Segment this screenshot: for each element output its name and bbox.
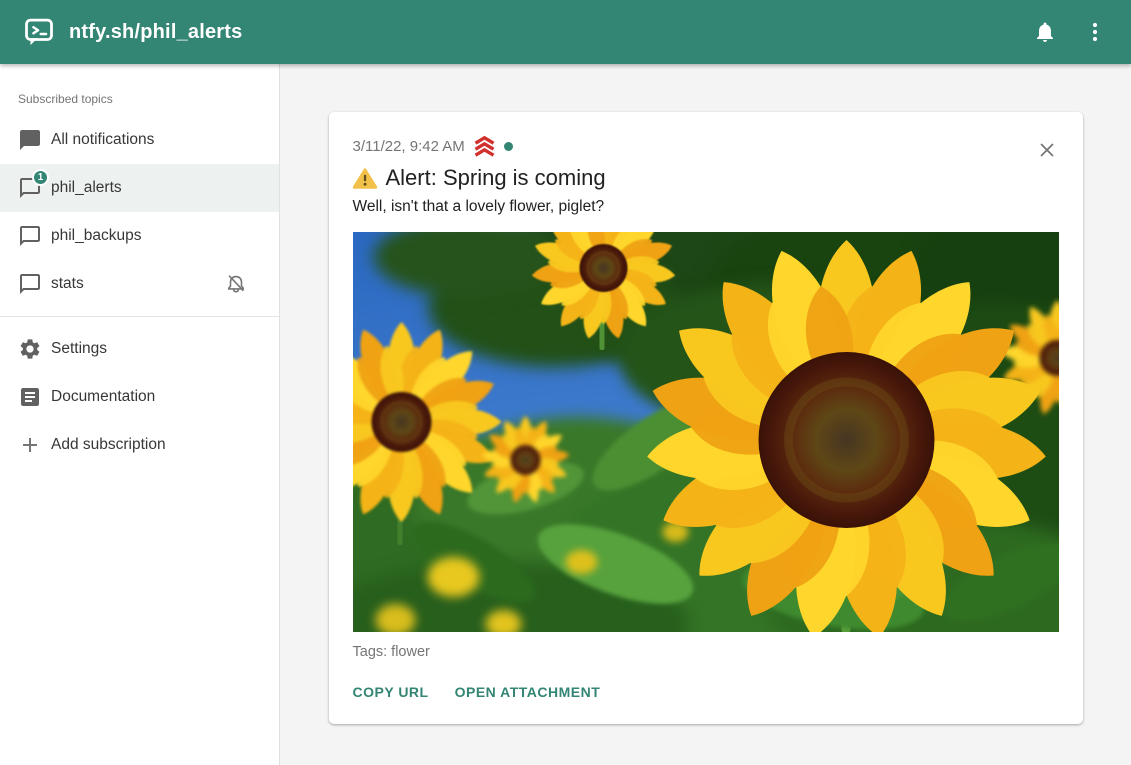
close-icon xyxy=(1036,139,1058,161)
sidebar-item-settings[interactable]: Settings xyxy=(0,325,279,373)
notification-title-text: Alert: Spring is coming xyxy=(386,165,606,191)
attachment-image[interactable] xyxy=(353,232,1059,632)
timestamp: 3/11/22, 9:42 AM xyxy=(353,138,465,155)
ntfy-logo-icon xyxy=(24,17,54,47)
kebab-menu-icon xyxy=(1083,20,1107,44)
sidebar-item-phil-alerts[interactable]: 1 phil_alerts xyxy=(0,164,279,212)
open-attachment-button[interactable]: OPEN ATTACHMENT xyxy=(455,678,601,706)
sidebar: Subscribed topics All notifications 1 ph… xyxy=(0,64,280,765)
topic-title: ntfy.sh/phil_alerts xyxy=(69,21,242,44)
priority-max-icon xyxy=(472,136,497,157)
sidebar-item-label: Add subscription xyxy=(51,436,249,454)
copy-url-button[interactable]: COPY URL xyxy=(353,678,429,706)
new-notification-dot xyxy=(504,142,513,151)
notification-tags: Tags: flower xyxy=(353,644,1059,660)
sidebar-item-label: stats xyxy=(51,275,225,293)
chat-bubble-outline-icon xyxy=(18,224,42,248)
bell-off-icon xyxy=(225,272,249,296)
notification-meta: 3/11/22, 9:42 AM xyxy=(353,136,1059,157)
close-notification-button[interactable] xyxy=(1033,136,1061,164)
main-content: 3/11/22, 9:42 AM xyxy=(280,64,1131,765)
warning-emoji-icon xyxy=(353,168,377,189)
sidebar-item-label: phil_backups xyxy=(51,227,249,245)
sidebar-item-label: Settings xyxy=(51,340,249,358)
notifications-bell-button[interactable] xyxy=(1025,12,1065,52)
chat-bubble-outline-icon: 1 xyxy=(18,176,42,200)
gear-icon xyxy=(18,337,42,361)
unread-count-badge: 1 xyxy=(32,169,49,186)
sidebar-item-all-notifications[interactable]: All notifications xyxy=(0,116,279,164)
chat-bubble-outline-icon xyxy=(18,272,42,296)
app-bar: ntfy.sh/phil_alerts xyxy=(0,0,1131,64)
sidebar-item-label: Documentation xyxy=(51,388,249,406)
plus-icon xyxy=(18,433,42,457)
sidebar-item-label: phil_alerts xyxy=(51,179,249,197)
chat-bubble-filled-icon xyxy=(18,128,42,152)
sidebar-item-label: All notifications xyxy=(51,131,249,149)
overflow-menu-button[interactable] xyxy=(1075,12,1115,52)
notification-body: Well, isn't that a lovely flower, piglet… xyxy=(353,198,1059,216)
notification-card: 3/11/22, 9:42 AM xyxy=(329,112,1083,724)
notification-title: Alert: Spring is coming xyxy=(353,165,1059,191)
notification-actions: COPY URL OPEN ATTACHMENT xyxy=(353,678,1059,706)
sidebar-item-add-subscription[interactable]: Add subscription xyxy=(0,421,279,469)
sidebar-item-documentation[interactable]: Documentation xyxy=(0,373,279,421)
sidebar-item-stats[interactable]: stats xyxy=(0,260,279,308)
bell-icon xyxy=(1033,20,1057,44)
sidebar-divider xyxy=(0,316,279,317)
article-icon xyxy=(18,385,42,409)
subscribed-topics-caption: Subscribed topics xyxy=(0,76,279,116)
sidebar-item-phil-backups[interactable]: phil_backups xyxy=(0,212,279,260)
